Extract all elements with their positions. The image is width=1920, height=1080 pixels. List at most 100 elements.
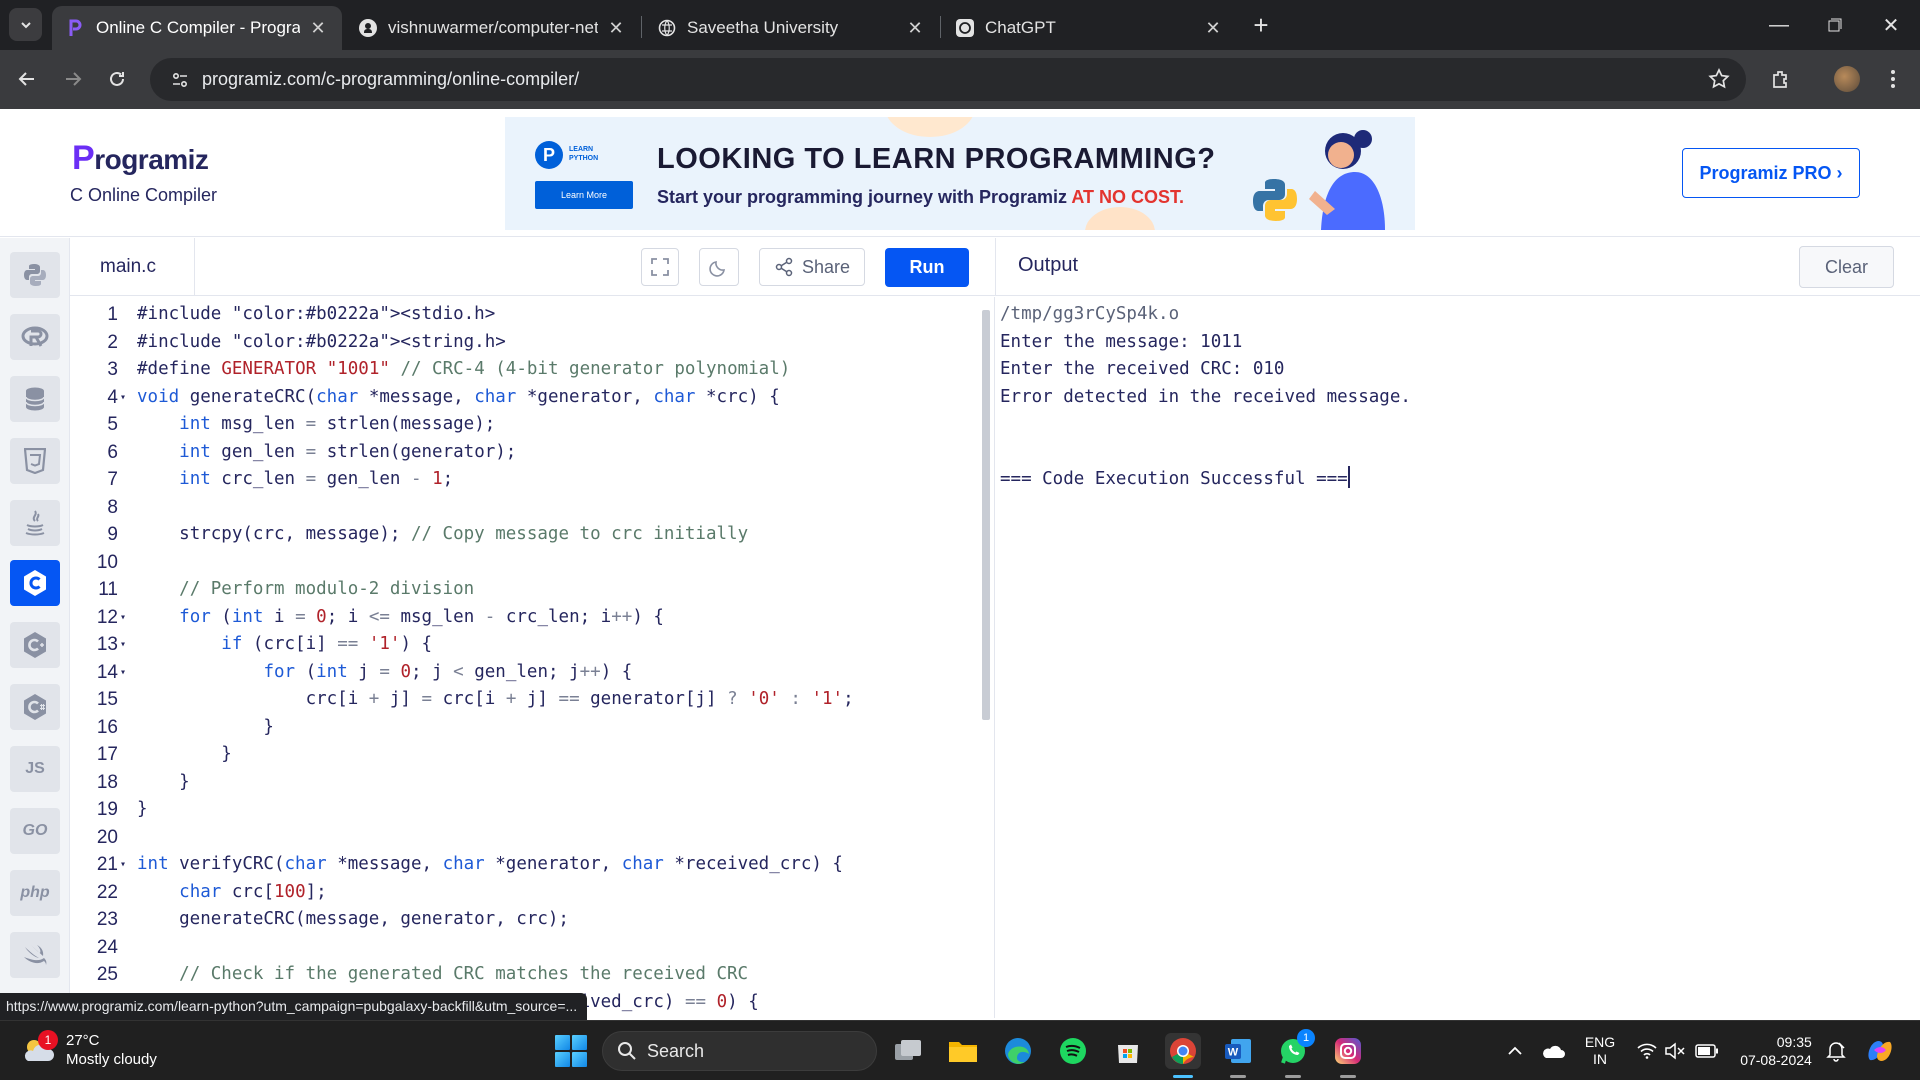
notifications-bell-icon[interactable]: [1822, 1021, 1850, 1080]
tab-programiz[interactable]: Online C Compiler - Programiz ✕: [52, 6, 342, 50]
tab-github[interactable]: vishnuwarmer/computer-netwo ✕: [344, 6, 640, 50]
spotify-icon[interactable]: [1055, 1033, 1091, 1069]
code-line[interactable]: 19}: [70, 796, 990, 824]
code-line[interactable]: 22 char crc[100];: [70, 879, 990, 907]
address-bar[interactable]: programiz.com/c-programming/online-compi…: [150, 58, 1746, 101]
bookmark-star-icon[interactable]: [1708, 68, 1730, 95]
lang-cpp-button[interactable]: [10, 622, 60, 668]
fold-toggle-icon[interactable]: ▾: [120, 851, 126, 879]
browser-menu-button[interactable]: [1876, 62, 1910, 96]
onedrive-icon[interactable]: [1538, 1021, 1568, 1080]
restore-button[interactable]: [1806, 0, 1864, 50]
lang-go-button[interactable]: GO: [10, 808, 60, 854]
copilot-icon[interactable]: [1860, 1021, 1900, 1080]
close-window-button[interactable]: ✕: [1862, 0, 1920, 50]
programiz-pro-button[interactable]: Programiz PRO ›: [1682, 148, 1860, 198]
run-button[interactable]: Run: [885, 248, 969, 287]
code-line[interactable]: 16 }: [70, 714, 990, 742]
close-icon[interactable]: ✕: [905, 18, 925, 38]
word-icon[interactable]: W: [1220, 1033, 1256, 1069]
whatsapp-icon[interactable]: 1: [1275, 1029, 1315, 1069]
edge-icon[interactable]: [1000, 1033, 1036, 1069]
instagram-icon[interactable]: [1330, 1033, 1366, 1069]
clear-button[interactable]: Clear: [1799, 246, 1894, 288]
code-line[interactable]: 12 ▾ for (int i = 0; i <= msg_len - crc_l…: [70, 604, 990, 632]
lang-swift-button[interactable]: [10, 932, 60, 978]
code-line[interactable]: 1 #include "color:#b0222a"><stdio.h>: [70, 301, 990, 329]
code-line[interactable]: 23 generateCRC(message, generator, crc);: [70, 906, 990, 934]
fold-toggle-icon[interactable]: ▾: [120, 604, 126, 632]
learn-more-button[interactable]: Learn More: [535, 181, 633, 209]
code-line[interactable]: 13 ▾ if (crc[i] == '1') {: [70, 631, 990, 659]
lang-php-button[interactable]: php: [10, 870, 60, 916]
tab-saveetha[interactable]: Saveetha University ✕: [643, 6, 939, 50]
share-button[interactable]: Share: [759, 248, 865, 286]
microsoft-store-icon[interactable]: [1110, 1033, 1146, 1069]
input-language-indicator[interactable]: ENG IN: [1578, 1021, 1622, 1080]
battery-icon[interactable]: [1692, 1021, 1722, 1080]
task-view-icon[interactable]: [890, 1033, 926, 1069]
code-line[interactable]: 15 crc[i + j] = crc[i + j] == generator[…: [70, 686, 990, 714]
editor-scrollbar[interactable]: [982, 310, 990, 720]
code-line[interactable]: 14 ▾ for (int j = 0; j < gen_len; j++) {: [70, 659, 990, 687]
programiz-logo[interactable]: Programiz: [72, 139, 209, 178]
taskbar-search[interactable]: Search: [602, 1031, 877, 1071]
arrow-right-icon: [66, 72, 82, 86]
code-line[interactable]: 17 }: [70, 741, 990, 769]
extensions-button[interactable]: [1764, 62, 1798, 96]
code-line[interactable]: 3 #define GENERATOR "1001" // CRC-4 (4-bi…: [70, 356, 990, 384]
lang-html-button[interactable]: [10, 438, 60, 484]
show-hidden-icons-button[interactable]: [1500, 1021, 1530, 1080]
file-explorer-icon[interactable]: [945, 1033, 981, 1069]
lang-js-button[interactable]: JS: [10, 746, 60, 792]
close-icon[interactable]: ✕: [1203, 18, 1223, 38]
fold-toggle-icon[interactable]: ▾: [120, 384, 126, 412]
code-line[interactable]: 20: [70, 824, 990, 852]
code-line[interactable]: 6 int gen_len = strlen(generator);: [70, 439, 990, 467]
close-icon[interactable]: ✕: [308, 18, 328, 38]
output-console[interactable]: /tmp/gg3rCySp4k.o Enter the message: 1011…: [995, 297, 1920, 1018]
code-line[interactable]: 4 ▾ void generateCRC(char *message, char *…: [70, 384, 990, 412]
ad-banner[interactable]: P LEARN PYTHON Learn More LOOKING TO LEAR…: [505, 117, 1415, 230]
tab-chatgpt[interactable]: ChatGPT ✕: [941, 6, 1237, 50]
dark-mode-button[interactable]: [699, 248, 739, 286]
code-editor[interactable]: 1 #include "color:#b0222a"><stdio.h> 2 #inc…: [70, 297, 990, 1018]
wifi-icon[interactable]: [1634, 1021, 1660, 1080]
back-button[interactable]: [10, 62, 44, 96]
code-line[interactable]: 21 ▾ int verifyCRC(char *message, char *ge…: [70, 851, 990, 879]
code-line[interactable]: 24: [70, 934, 990, 962]
code-line[interactable]: 9 strcpy(crc, message); // Copy message …: [70, 521, 990, 549]
chrome-icon[interactable]: [1165, 1033, 1201, 1069]
lang-c-button[interactable]: [10, 560, 60, 606]
reload-button[interactable]: [100, 62, 134, 96]
system-clock[interactable]: 09:35 07-08-2024: [1736, 1021, 1816, 1080]
code-line[interactable]: 10: [70, 549, 990, 577]
lang-sql-button[interactable]: [10, 376, 60, 422]
code-line[interactable]: 7 int crc_len = gen_len - 1;: [70, 466, 990, 494]
fold-toggle-icon[interactable]: ▾: [120, 659, 126, 687]
lang-python-button[interactable]: [10, 252, 60, 298]
profile-button[interactable]: [1830, 62, 1864, 96]
forward-button[interactable]: [56, 62, 90, 96]
url-text[interactable]: programiz.com/c-programming/online-compi…: [202, 69, 579, 90]
file-tab-main[interactable]: main.c: [70, 238, 195, 296]
volume-muted-icon[interactable]: [1662, 1021, 1688, 1080]
fullscreen-button[interactable]: [641, 248, 679, 286]
close-icon[interactable]: ✕: [606, 18, 626, 38]
site-settings-icon[interactable]: [158, 70, 202, 90]
new-tab-button[interactable]: +: [1246, 10, 1276, 40]
lang-csharp-button[interactable]: [10, 684, 60, 730]
tab-search-button[interactable]: [9, 8, 42, 41]
code-line[interactable]: 2 #include "color:#b0222a"><string.h>: [70, 329, 990, 357]
code-line[interactable]: 5 int msg_len = strlen(message);: [70, 411, 990, 439]
code-line[interactable]: 18 }: [70, 769, 990, 797]
minimize-button[interactable]: —: [1750, 0, 1808, 50]
fold-toggle-icon[interactable]: ▾: [120, 631, 126, 659]
code-line[interactable]: 11 // Perform modulo-2 division: [70, 576, 990, 604]
windows-start-button[interactable]: [555, 1035, 587, 1067]
code-line[interactable]: 25 // Check if the generated CRC matches…: [70, 961, 990, 989]
lang-java-button[interactable]: [10, 500, 60, 546]
code-line[interactable]: 8: [70, 494, 990, 522]
lang-r-button[interactable]: [10, 314, 60, 360]
weather-widget[interactable]: 1 27°C Mostly cloudy: [20, 1030, 157, 1069]
